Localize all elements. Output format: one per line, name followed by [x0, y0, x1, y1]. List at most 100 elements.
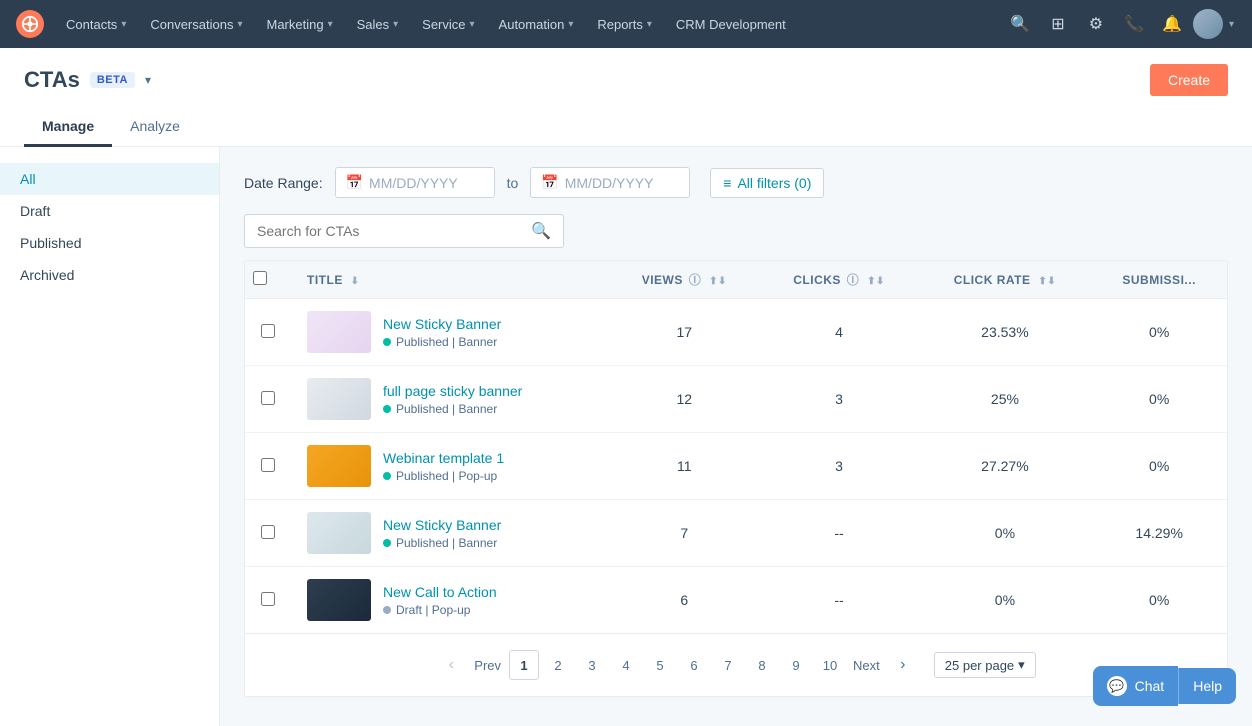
calls-icon-btn[interactable]: 📞 [1117, 7, 1151, 41]
col-header-click-rate: CLICK RATE ⬆⬇ [919, 261, 1092, 299]
cta-title-cell: Webinar template 1 Published | Pop-up [291, 433, 609, 500]
nav-contacts[interactable]: Contacts ▾ [56, 13, 136, 36]
prev-arrow-btn[interactable]: ‹ [436, 650, 466, 680]
nav-sales[interactable]: Sales ▾ [347, 13, 409, 36]
page-btn-4[interactable]: 4 [611, 650, 641, 680]
table-area: Date Range: 📅 MM/DD/YYYY to 📅 MM/DD/YYYY… [220, 147, 1252, 726]
table-header-row: TITLE ⬇ VIEWS ⓘ ⬆⬇ CLICKS ⓘ [245, 261, 1227, 299]
create-button[interactable]: Create [1150, 64, 1228, 96]
title-dropdown-chevron[interactable]: ▾ [145, 73, 151, 87]
page-btn-7[interactable]: 7 [713, 650, 743, 680]
cta-thumbnail-2 [307, 378, 371, 420]
submissions-cell-2: 0% [1091, 366, 1227, 433]
page-btn-10[interactable]: 10 [815, 650, 845, 680]
page-btn-1[interactable]: 1 [509, 650, 539, 680]
submissions-cell-3: 0% [1091, 433, 1227, 500]
click-rate-cell-2: 25% [919, 366, 1092, 433]
views-sort-icon[interactable]: ⬆⬇ [709, 276, 727, 287]
next-label[interactable]: Next [853, 658, 880, 673]
page-btn-8[interactable]: 8 [747, 650, 777, 680]
row-checkbox-3[interactable] [261, 458, 275, 472]
clicks-sort-icon[interactable]: ⬆⬇ [867, 276, 885, 287]
search-input[interactable] [257, 223, 523, 239]
cta-name-1[interactable]: New Sticky Banner [383, 316, 501, 332]
row-checkbox-1[interactable] [261, 324, 275, 338]
nav-conversations[interactable]: Conversations ▾ [140, 13, 252, 36]
search-icon-btn[interactable]: 🔍 [1003, 7, 1037, 41]
select-all-checkbox-header[interactable] [245, 261, 291, 299]
page-btn-3[interactable]: 3 [577, 650, 607, 680]
sidebar-item-published[interactable]: Published [0, 227, 219, 259]
marketplace-icon-btn[interactable]: ⊞ [1041, 7, 1075, 41]
cta-name-3[interactable]: Webinar template 1 [383, 450, 504, 466]
nav-reports[interactable]: Reports ▾ [587, 13, 662, 36]
select-all-checkbox[interactable] [253, 271, 267, 285]
nav-crm-development[interactable]: CRM Development [666, 13, 796, 36]
main-content: All Draft Published Archived Date Range:… [0, 147, 1252, 726]
click-rate-cell-5: 0% [919, 567, 1092, 634]
chat-button[interactable]: 💬 Chat [1093, 666, 1179, 706]
row-checkbox-2[interactable] [261, 391, 275, 405]
page-btn-5[interactable]: 5 [645, 650, 675, 680]
cta-title-cell: New Call to Action Draft | Pop-up [291, 567, 609, 634]
title-sort-icon[interactable]: ⬇ [351, 276, 360, 287]
cta-name-5[interactable]: New Call to Action [383, 584, 497, 600]
clicks-cell-4: -- [760, 500, 919, 567]
page-btn-9[interactable]: 9 [781, 650, 811, 680]
page-header: CTAs BETA ▾ Create Manage Analyze [0, 48, 1252, 147]
date-from-input[interactable]: 📅 MM/DD/YYYY [335, 167, 495, 198]
cta-data-table: TITLE ⬇ VIEWS ⓘ ⬆⬇ CLICKS ⓘ [245, 261, 1227, 633]
cta-name-4[interactable]: New Sticky Banner [383, 517, 501, 533]
nav-marketing[interactable]: Marketing ▾ [256, 13, 342, 36]
page-btn-6[interactable]: 6 [679, 650, 709, 680]
click-rate-cell-4: 0% [919, 500, 1092, 567]
sidebar-item-draft[interactable]: Draft [0, 195, 219, 227]
page-btn-2[interactable]: 2 [543, 650, 573, 680]
row-checkbox-cell [245, 299, 291, 366]
nav-sales-chevron: ▾ [393, 19, 398, 30]
sidebar-item-archived[interactable]: Archived [0, 259, 219, 291]
search-icon[interactable]: 🔍 [531, 221, 551, 241]
next-arrow-btn[interactable]: › [888, 650, 918, 680]
row-checkbox-4[interactable] [261, 525, 275, 539]
account-chevron[interactable]: ▾ [1227, 15, 1236, 34]
date-to-input[interactable]: 📅 MM/DD/YYYY [530, 167, 690, 198]
row-checkbox-5[interactable] [261, 592, 275, 606]
notifications-icon-btn[interactable]: 🔔 [1155, 7, 1189, 41]
clicks-cell-5: -- [760, 567, 919, 634]
user-avatar[interactable] [1193, 9, 1223, 39]
hubspot-logo[interactable] [16, 10, 44, 38]
col-header-title: TITLE ⬇ [291, 261, 609, 299]
status-dot-2 [383, 405, 391, 413]
clicks-cell-3: 3 [760, 433, 919, 500]
prev-label[interactable]: Prev [474, 658, 501, 673]
nav-service[interactable]: Service ▾ [412, 13, 484, 36]
tab-analyze[interactable]: Analyze [112, 108, 198, 147]
nav-marketing-chevron: ▾ [328, 19, 333, 30]
tab-manage[interactable]: Manage [24, 108, 112, 147]
table-row: New Sticky Banner Published | Banner 7 -… [245, 500, 1227, 567]
views-cell-4: 7 [609, 500, 760, 567]
cta-thumbnail-3 [307, 445, 371, 487]
submissions-cell-1: 0% [1091, 299, 1227, 366]
click-rate-sort-icon[interactable]: ⬆⬇ [1038, 276, 1056, 287]
all-filters-button[interactable]: ≡ All filters (0) [710, 168, 824, 198]
help-button[interactable]: Help [1178, 668, 1236, 704]
search-bar: 🔍 [244, 214, 564, 248]
clicks-info-icon[interactable]: ⓘ [847, 273, 860, 287]
views-cell-3: 11 [609, 433, 760, 500]
chat-widget: 💬 Chat Help [1093, 666, 1236, 706]
per-page-select[interactable]: 25 per page ▾ [934, 652, 1036, 678]
status-dot-1 [383, 338, 391, 346]
cta-name-2[interactable]: full page sticky banner [383, 383, 522, 399]
settings-icon-btn[interactable]: ⚙ [1079, 7, 1113, 41]
cta-title-cell: New Sticky Banner Published | Banner [291, 299, 609, 366]
cta-thumbnail-4 [307, 512, 371, 554]
views-info-icon[interactable]: ⓘ [689, 273, 702, 287]
nav-reports-chevron: ▾ [647, 19, 652, 30]
sidebar-item-all[interactable]: All [0, 163, 219, 195]
views-cell-2: 12 [609, 366, 760, 433]
nav-automation[interactable]: Automation ▾ [489, 13, 584, 36]
cta-status-5: Draft | Pop-up [383, 603, 497, 617]
nav-automation-chevron: ▾ [568, 19, 573, 30]
